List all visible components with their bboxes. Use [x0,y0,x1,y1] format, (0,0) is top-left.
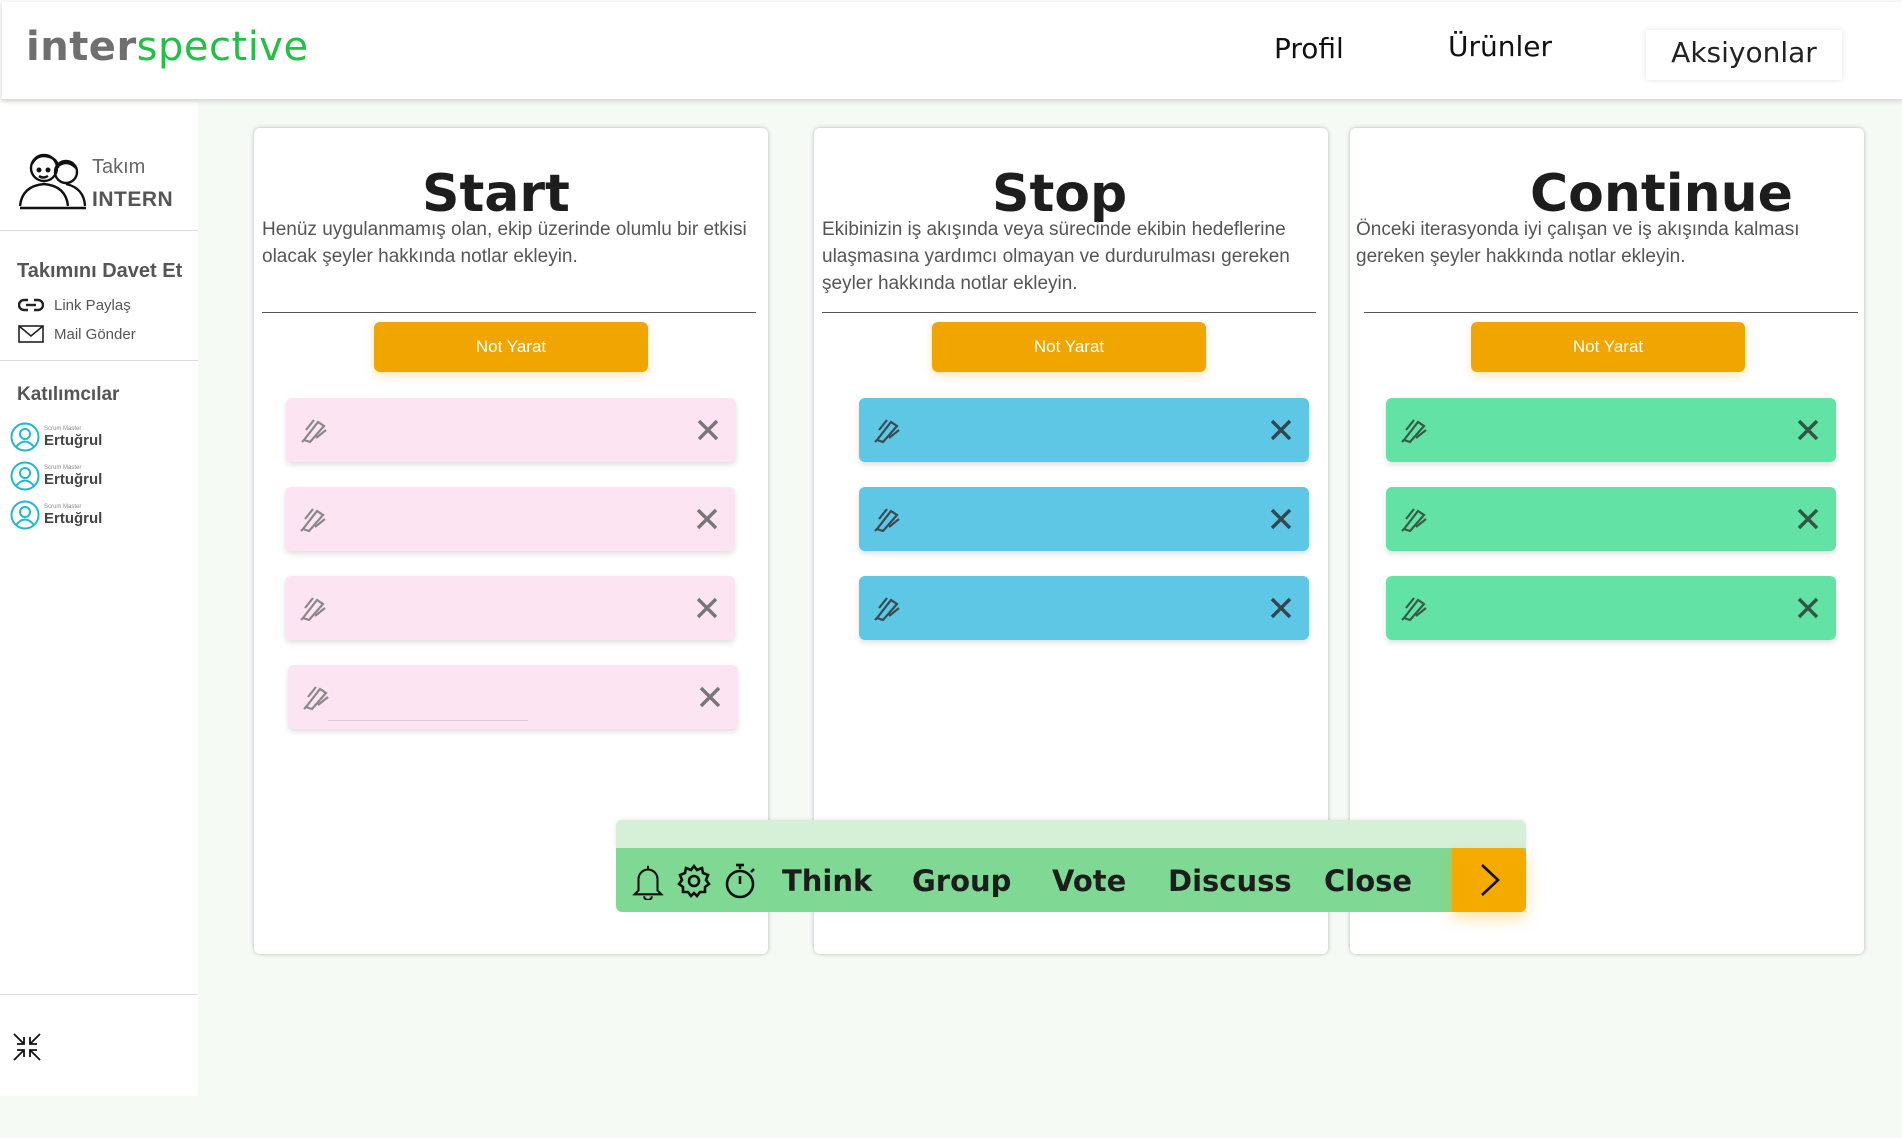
team-label: Takım [92,156,146,178]
note-card[interactable] [288,665,738,729]
close-icon[interactable] [1269,596,1293,620]
participant-item[interactable]: Scrum Master Ertuğrul [10,500,102,530]
sidebar-divider [0,230,198,231]
note-card[interactable] [285,487,735,551]
close-icon[interactable] [1796,507,1820,531]
team-name: INTERN [92,188,174,211]
column-title: Start [422,164,570,224]
app-logo[interactable]: interspective [26,24,309,70]
note-card[interactable] [1386,576,1836,640]
edit-icon[interactable] [1400,594,1430,622]
note-card[interactable] [1386,398,1836,462]
close-icon[interactable] [696,418,720,442]
column-description: Ekibinizin iş akışında veya sürecinde ek… [822,219,1290,294]
column-divider [822,312,1316,313]
toolbar-top-strip [616,820,1526,848]
phase-discuss[interactable]: Discuss [1168,864,1292,898]
sidebar-divider [0,994,198,995]
sidebar-divider [0,360,198,361]
send-mail-button[interactable]: Mail Gönder [18,324,136,344]
edit-icon[interactable] [1400,505,1430,533]
note-card[interactable] [859,487,1309,551]
create-note-button[interactable]: Not Yarat [374,322,648,372]
edit-icon[interactable] [1400,416,1430,444]
column-divider [1364,312,1858,313]
bell-icon[interactable] [630,862,666,900]
phase-close[interactable]: Close [1324,864,1412,898]
next-phase-button[interactable] [1452,848,1526,912]
close-icon[interactable] [1796,418,1820,442]
collapse-icon[interactable] [12,1032,42,1062]
close-icon[interactable] [1796,596,1820,620]
column-title: Stop [992,164,1128,224]
close-icon[interactable] [1269,507,1293,531]
sidebar: Takım INTERN Takımını Davet Et Link Payl… [0,102,198,1096]
note-card[interactable] [286,398,736,462]
nav-profile[interactable]: Profil [1274,32,1344,65]
create-note-button[interactable]: Not Yarat [1471,322,1745,372]
edit-icon[interactable] [873,416,903,444]
team-icon [18,153,87,210]
phase-group[interactable]: Group [912,864,1011,898]
user-avatar-icon [10,422,40,452]
column-description: Henüz uygulanmamış olan, ekip üzerinde o… [262,219,747,267]
user-avatar-icon [10,500,40,530]
top-header: interspective Profil Ürünler Aksiyonlar [2,2,1902,100]
note-card[interactable] [285,576,735,640]
column-divider [262,312,756,313]
share-link-button[interactable]: Link Paylaş [18,295,131,315]
nav-actions[interactable]: Aksiyonlar [1646,30,1842,80]
edit-icon[interactable] [302,683,332,711]
column-title: Continue [1530,164,1793,224]
edit-icon[interactable] [873,505,903,533]
participant-item[interactable]: Scrum Master Ertuğrul [10,461,102,491]
edit-icon[interactable] [299,594,329,622]
mail-icon [18,325,44,343]
create-note-button[interactable]: Not Yarat [932,322,1206,372]
edit-icon[interactable] [873,594,903,622]
nav-products[interactable]: Ürünler [1448,30,1552,63]
edit-icon[interactable] [299,505,329,533]
stopwatch-icon[interactable] [722,862,758,900]
invite-title: Takımını Davet Et [17,260,183,282]
note-card[interactable] [859,398,1309,462]
close-icon[interactable] [695,507,719,531]
close-icon[interactable] [695,596,719,620]
note-card[interactable] [1386,487,1836,551]
note-card[interactable] [859,576,1309,640]
edit-icon[interactable] [300,416,330,444]
toolbar-bar: Think Group Vote Discuss Close [616,848,1526,912]
phase-think[interactable]: Think [782,864,872,898]
gear-icon[interactable] [676,862,712,900]
user-avatar-icon [10,461,40,491]
phase-toolbar: Think Group Vote Discuss Close [616,820,1526,912]
chevron-right-icon [1481,864,1500,896]
column-description: Önceki iterasyonda iyi çalışan ve iş akı… [1356,219,1800,267]
link-icon [18,298,44,312]
participants-title: Katılımcılar [17,384,120,405]
note-input-underline [328,720,528,721]
close-icon[interactable] [698,685,722,709]
close-icon[interactable] [1269,418,1293,442]
phase-vote[interactable]: Vote [1052,864,1126,898]
participant-item[interactable]: Scrum Master Ertuğrul [10,422,102,452]
